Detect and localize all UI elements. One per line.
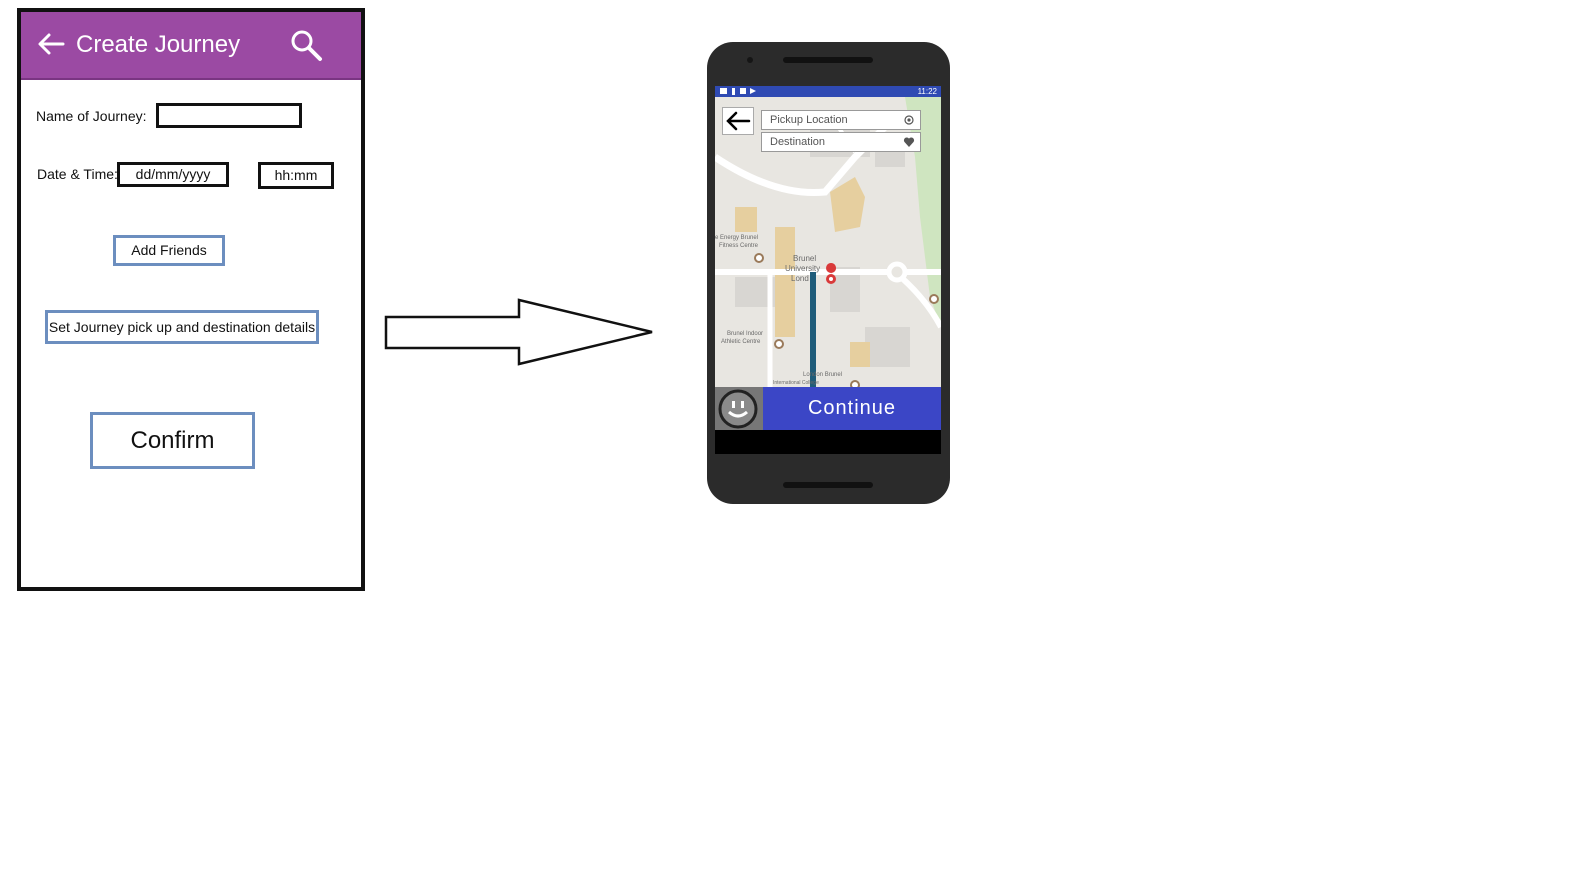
flow-arrow — [384, 298, 653, 366]
map-label-brunel-1: Brunel — [793, 254, 816, 263]
profile-avatar[interactable] — [715, 387, 763, 430]
date-time-label: Date & Time: — [37, 166, 118, 182]
map-label-energy: e Energy Brunel — [715, 235, 758, 241]
back-arrow-icon — [726, 111, 751, 131]
pickup-location-placeholder: Pickup Location — [770, 114, 848, 126]
bottom-speaker — [783, 482, 873, 488]
gps-target-icon[interactable] — [903, 114, 915, 126]
status-time: 11:22 — [917, 87, 937, 96]
continue-button[interactable]: Continue — [763, 387, 941, 430]
smiley-icon — [718, 389, 758, 429]
front-camera — [747, 57, 753, 63]
back-arrow-icon[interactable] — [35, 28, 67, 60]
add-friends-button[interactable]: Add Friends — [113, 235, 225, 266]
set-journey-details-button[interactable]: Set Journey pick up and destination deta… — [45, 310, 319, 344]
name-of-journey-label: Name of Journey: — [36, 108, 147, 124]
page-title: Create Journey — [76, 31, 241, 58]
map-label-indoor-1: Brunel Indoor — [727, 331, 763, 337]
earpiece — [783, 57, 873, 63]
pickup-location-input[interactable]: Pickup Location — [761, 110, 921, 130]
notification-icons — [720, 88, 756, 95]
app-header: Create Journey — [21, 12, 361, 80]
map-label-brunel-3: Lond — [791, 274, 809, 283]
journey-name-field[interactable] — [156, 103, 302, 128]
status-bar: 11:22 — [715, 86, 941, 97]
map-label-college-1: London Brunel — [803, 372, 842, 378]
confirm-button[interactable]: Confirm — [90, 412, 255, 469]
map-back-button[interactable] — [722, 107, 754, 135]
create-journey-wireframe: Create Journey Name of Journey: Date & T… — [17, 8, 365, 591]
search-icon[interactable] — [289, 28, 325, 64]
map-label-brunel-2: University — [785, 264, 820, 273]
heart-icon[interactable] — [903, 136, 915, 148]
map-label-college-2: International College — [773, 380, 819, 386]
navigation-bar — [715, 430, 941, 454]
time-field[interactable]: hh:mm — [258, 162, 334, 189]
destination-input[interactable]: Destination — [761, 132, 921, 152]
phone-mockup: 11:22 e Energy Brunel Fitness Centre Bru… — [707, 42, 950, 504]
date-field[interactable]: dd/mm/yyyy — [117, 162, 229, 187]
map-label-fitness: Fitness Centre — [719, 243, 759, 249]
phone-screen: 11:22 e Energy Brunel Fitness Centre Bru… — [715, 86, 941, 454]
map-label-indoor-2: Athletic Centre — [721, 339, 761, 345]
destination-placeholder: Destination — [770, 136, 826, 148]
